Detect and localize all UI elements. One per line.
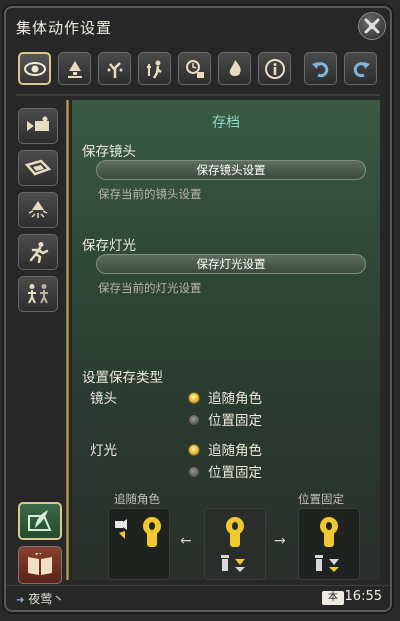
info-icon <box>264 58 285 79</box>
close-icon <box>364 18 380 34</box>
title-bar[interactable]: 集体动作设置 <box>6 8 390 42</box>
eye-icon <box>23 61 46 76</box>
tab-info[interactable] <box>258 52 291 85</box>
sidebar-item-light[interactable] <box>18 192 58 228</box>
clock-time: 16:55 <box>344 589 382 604</box>
camera-follow-option[interactable]: 追随角色 <box>208 387 262 407</box>
timer-lock-icon <box>185 59 204 78</box>
undo-button[interactable] <box>304 52 337 85</box>
tab-character-effect[interactable] <box>138 52 171 85</box>
close-button[interactable] <box>358 12 386 40</box>
sidebar-item-guide[interactable] <box>18 546 62 584</box>
tab-eye[interactable] <box>18 52 51 85</box>
status-footer: ➜ 夜莺丶 本 16:55 <box>6 585 390 610</box>
light-fixed-option[interactable]: 位置固定 <box>208 461 262 481</box>
redo-button[interactable] <box>344 52 377 85</box>
character-effect-icon <box>146 60 162 79</box>
save-light-desc: 保存当前的灯光设置 <box>98 281 202 295</box>
light-type-label: 灯光 <box>90 443 117 459</box>
diagram-right-arrow: → <box>274 533 286 549</box>
player-name-text: 夜莺丶 <box>28 592 65 606</box>
frame-icon <box>25 159 51 176</box>
camera-icon <box>27 116 49 131</box>
characters-icon <box>28 284 48 304</box>
fixed-diagram-icon <box>315 517 339 572</box>
group-pose-settings-window: 集体动作设置 存档 保存镜头 保存镜头设置 保存当前的镜头设置 保存灯光 保存灯… <box>4 6 392 612</box>
camera-fixed-option[interactable]: 位置固定 <box>208 409 262 429</box>
character-diagram-icon <box>221 517 245 572</box>
camera-follow-radio[interactable] <box>188 392 200 404</box>
tree-sparkle-icon <box>107 61 122 78</box>
tab-timer-lock[interactable] <box>178 52 211 85</box>
camera-type-label: 镜头 <box>90 391 117 407</box>
diagram-follow-label: 追随角色 <box>114 492 160 506</box>
light-follow-radio[interactable] <box>188 444 200 456</box>
tab-lamp[interactable] <box>58 52 91 85</box>
time-badge: 本 <box>322 591 344 605</box>
follow-diagram-icon <box>115 517 161 547</box>
diagram-fixed-box <box>298 508 360 580</box>
sidebar-item-motion[interactable] <box>18 234 58 270</box>
light-follow-option[interactable]: 追随角色 <box>208 439 262 459</box>
save-camera-label: 保存镜头 <box>82 144 136 160</box>
sidebar-item-camera[interactable] <box>18 108 58 144</box>
redo-icon <box>353 61 370 77</box>
diagram-fixed-label: 位置固定 <box>298 492 344 506</box>
lamp-icon <box>67 60 82 78</box>
book-icon <box>28 553 52 575</box>
toolbar-divider <box>16 94 380 96</box>
sidebar-item-frame[interactable] <box>18 150 58 186</box>
tab-fire-effect[interactable] <box>218 52 251 85</box>
fire-effect-icon <box>229 59 241 76</box>
light-fixed-radio[interactable] <box>188 466 200 478</box>
sidebar-item-archive[interactable] <box>18 502 62 540</box>
sidebar-item-characters[interactable] <box>18 276 58 312</box>
window-title: 集体动作设置 <box>16 19 113 37</box>
save-light-label: 保存灯光 <box>82 238 136 254</box>
undo-icon <box>311 61 328 77</box>
tab-tree-sparkle[interactable] <box>98 52 131 85</box>
save-camera-desc: 保存当前的镜头设置 <box>98 187 202 201</box>
camera-fixed-radio[interactable] <box>188 414 200 426</box>
running-icon <box>29 242 49 263</box>
player-name[interactable]: ➜ 夜莺丶 <box>16 590 64 607</box>
archive-panel: 存档 保存镜头 保存镜头设置 保存当前的镜头设置 保存灯光 保存灯光设置 保存当… <box>72 100 380 580</box>
save-feather-icon <box>28 510 52 531</box>
sidebar-separator <box>66 100 69 580</box>
save-light-button[interactable]: 保存灯光设置 <box>96 254 366 274</box>
save-camera-button[interactable]: 保存镜头设置 <box>96 160 366 180</box>
footer-arrow-icon: ➜ <box>16 595 25 606</box>
diagram-center-box <box>204 508 266 580</box>
diagram-follow-box <box>108 508 170 580</box>
diagram-left-arrow: ← <box>180 533 192 549</box>
save-type-label: 设置保存类型 <box>82 370 163 386</box>
light-icon <box>28 201 48 218</box>
toolbar <box>18 52 380 88</box>
panel-title: 存档 <box>212 115 240 131</box>
